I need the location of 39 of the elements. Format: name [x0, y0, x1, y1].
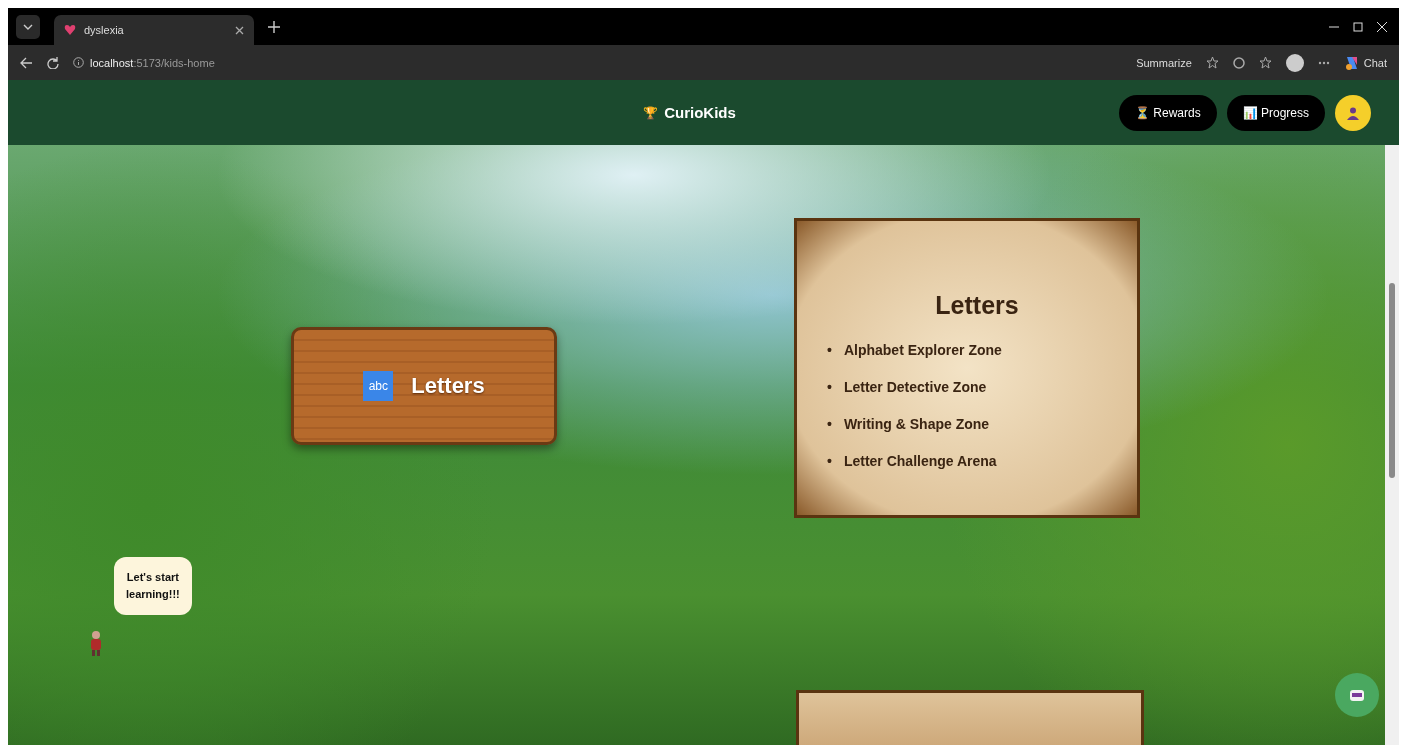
chevron-down-icon: [23, 23, 33, 30]
speech-bubble: Let's start learning!!!: [114, 557, 192, 615]
zone-list-item: Writing & Shape Zone: [843, 415, 990, 434]
card-title: Letters: [934, 291, 1020, 320]
brand-name: CurioKids: [664, 104, 736, 121]
zone-list-item: Letter Detective Zone: [843, 378, 987, 397]
chat-bot-button[interactable]: [1335, 673, 1379, 717]
tab-menu-button[interactable]: [16, 14, 40, 39]
new-tab-icon[interactable]: [268, 20, 280, 33]
star-icon[interactable]: [1205, 56, 1219, 69]
back-icon[interactable]: [20, 56, 33, 69]
summarize-button[interactable]: Summarize: [1136, 56, 1192, 69]
bullet-icon: •: [827, 369, 832, 406]
heart-icon: [64, 24, 76, 36]
browser-tab[interactable]: dyslexia: [54, 15, 254, 45]
favorites-icon[interactable]: [1258, 56, 1272, 69]
tab-title: dyslexia: [84, 24, 125, 36]
refresh-icon[interactable]: [47, 56, 59, 69]
close-icon[interactable]: [235, 25, 244, 35]
info-icon: [73, 57, 84, 68]
character-icon: [88, 630, 104, 656]
nav-button[interactable]: 📊 Progress: [1226, 94, 1325, 131]
restore-icon[interactable]: [1353, 21, 1363, 32]
wooden-sign-button[interactable]: abc Letters: [291, 327, 557, 445]
user-avatar[interactable]: [1335, 94, 1371, 131]
abc-icon: abc: [363, 371, 394, 401]
zone-list-item: Alphabet Explorer Zone: [843, 341, 1002, 360]
address-field[interactable]: localhost:5173/kids-home: [73, 56, 553, 69]
nav-button[interactable]: ⏳ Rewards: [1118, 94, 1217, 131]
bullet-icon: •: [827, 443, 832, 480]
more-icon[interactable]: [1317, 60, 1330, 65]
bullet-icon: •: [827, 332, 832, 369]
zone-list-item: Letter Challenge Arena: [843, 452, 997, 471]
chat-button[interactable]: Chat: [1343, 54, 1387, 71]
bullet-icon: •: [827, 406, 832, 443]
circle-icon[interactable]: [1232, 56, 1245, 69]
trophy-icon: 🏆: [643, 105, 659, 120]
profile-avatar[interactable]: [1285, 53, 1304, 72]
copilot-icon: [1343, 54, 1360, 71]
